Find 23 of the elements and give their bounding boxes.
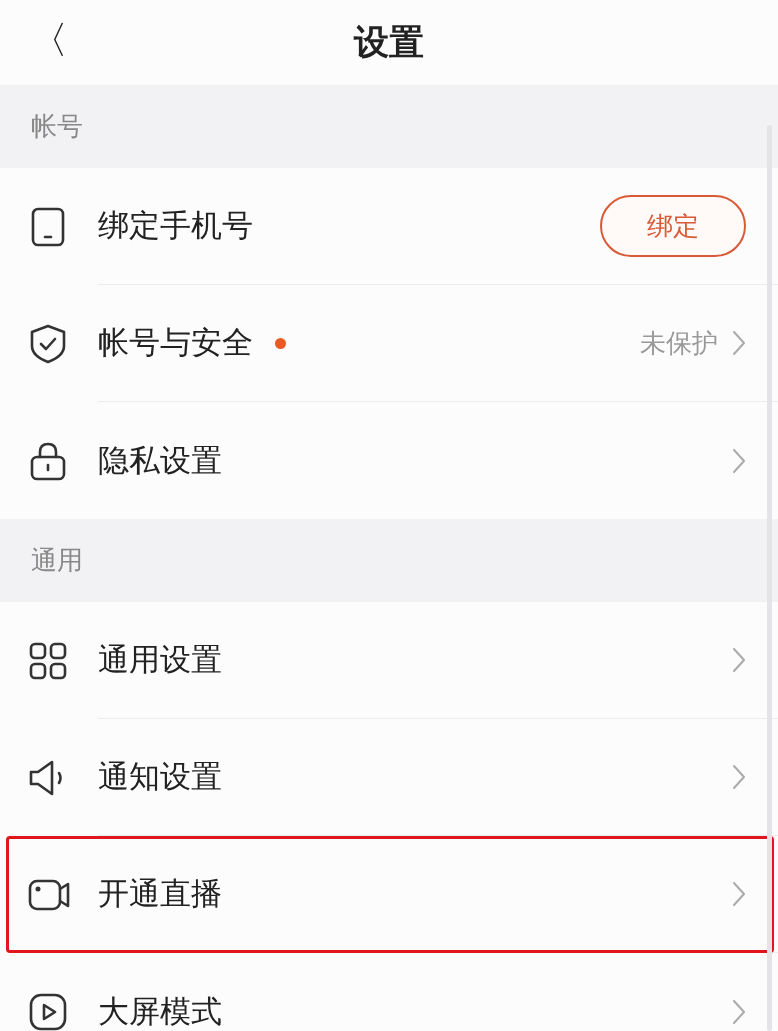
item-label: 通用设置: [98, 640, 222, 679]
item-label: 大屏模式: [98, 991, 222, 1031]
chevron-icon: [732, 447, 746, 474]
chevron-icon: [732, 881, 746, 907]
chevron-icon: [732, 998, 746, 1025]
shield-icon: [28, 323, 68, 364]
section-title: 通用: [31, 544, 83, 577]
item-label: 通知设置: [98, 757, 222, 796]
chevron-icon: [732, 647, 746, 673]
lock-icon: [28, 440, 68, 481]
item-label: 帐号与安全: [98, 323, 253, 362]
item-label: 隐私设置: [98, 440, 222, 480]
grid-icon: [28, 640, 68, 681]
status-text: 未保护: [640, 326, 718, 360]
back-button[interactable]: 〈: [26, 16, 72, 64]
page-title: 设置: [354, 21, 424, 64]
chevron-icon: [732, 764, 746, 790]
bind-button[interactable]: 绑定: [600, 195, 746, 257]
item-label: 绑定手机号: [98, 206, 253, 245]
section-title: 帐号: [31, 110, 83, 143]
item-label: 开通直播: [98, 874, 222, 913]
chevron-icon: [732, 330, 746, 356]
play-icon: [28, 991, 68, 1031]
